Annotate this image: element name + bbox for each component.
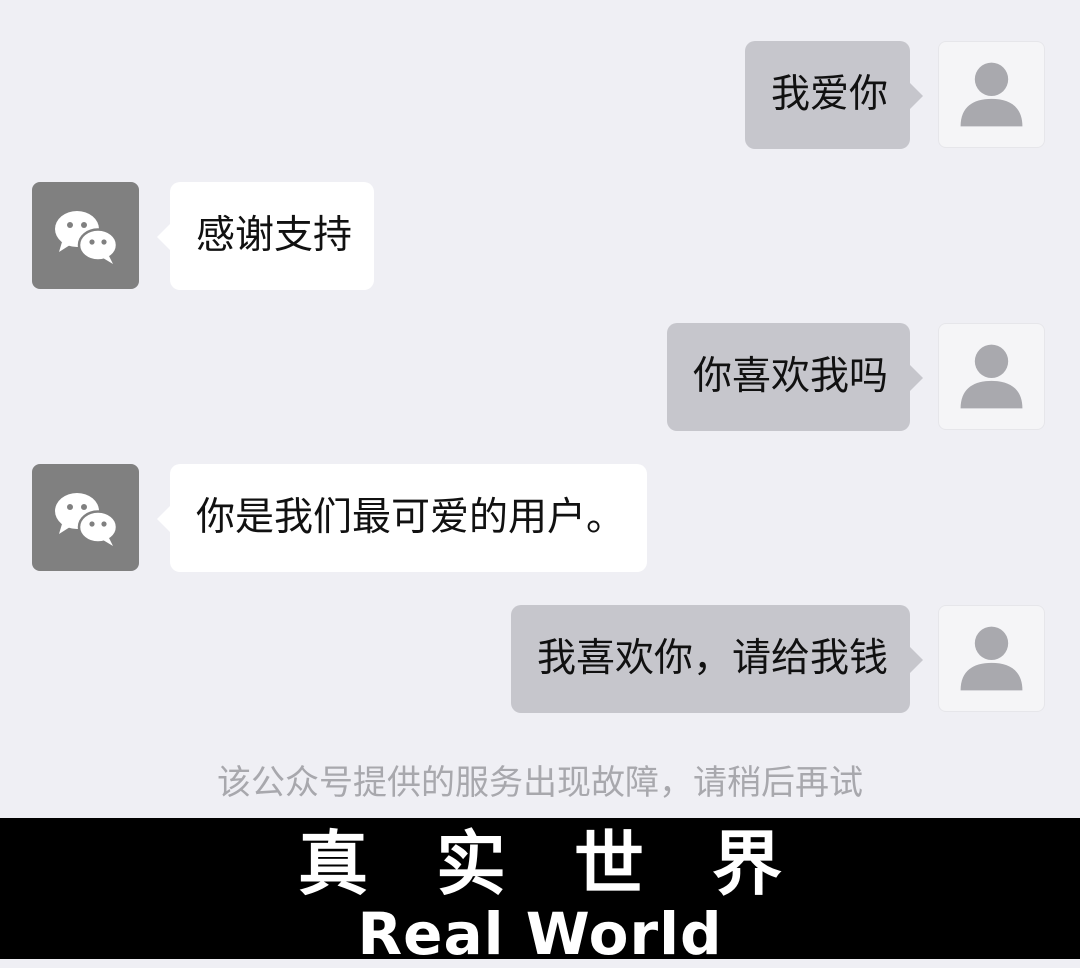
message-row: 我爱你: [0, 41, 1080, 151]
message-row: 感谢支持: [0, 182, 1080, 292]
system-notice: 该公众号提供的服务出现故障，请稍后再试: [217, 763, 863, 803]
default-user-icon[interactable]: [938, 323, 1045, 430]
caption-char: 真: [298, 822, 368, 905]
default-user-icon[interactable]: [938, 41, 1045, 148]
sent-message-bubble[interactable]: 你喜欢我吗: [666, 323, 924, 431]
caption-english: Real World: [357, 900, 723, 968]
chat-area[interactable]: 我爱你 感谢支持 你喜欢我吗 你是我们最可爱的用户。 我喜欢你，请给我钱 该公众…: [0, 0, 1080, 818]
wechat-logo-icon[interactable]: [32, 464, 139, 571]
message-row: 你喜欢我吗: [0, 323, 1080, 433]
wechat-logo-icon[interactable]: [32, 182, 139, 289]
caption-banner: 真实世界 Real World: [0, 818, 1080, 968]
caption-char: 界: [712, 822, 782, 905]
message-row: 你是我们最可爱的用户。: [0, 464, 1080, 574]
caption-char: 世: [574, 822, 644, 905]
received-message-bubble[interactable]: 你是我们最可爱的用户。: [156, 464, 648, 572]
caption-chinese: 真实世界: [0, 824, 1080, 904]
sent-message-bubble[interactable]: 我喜欢你，请给我钱: [510, 605, 924, 713]
caption-char: 实: [436, 822, 506, 905]
sent-message-bubble[interactable]: 我爱你: [744, 41, 924, 149]
message-row: 我喜欢你，请给我钱: [0, 605, 1080, 715]
default-user-icon[interactable]: [938, 605, 1045, 712]
received-message-bubble[interactable]: 感谢支持: [156, 182, 375, 290]
